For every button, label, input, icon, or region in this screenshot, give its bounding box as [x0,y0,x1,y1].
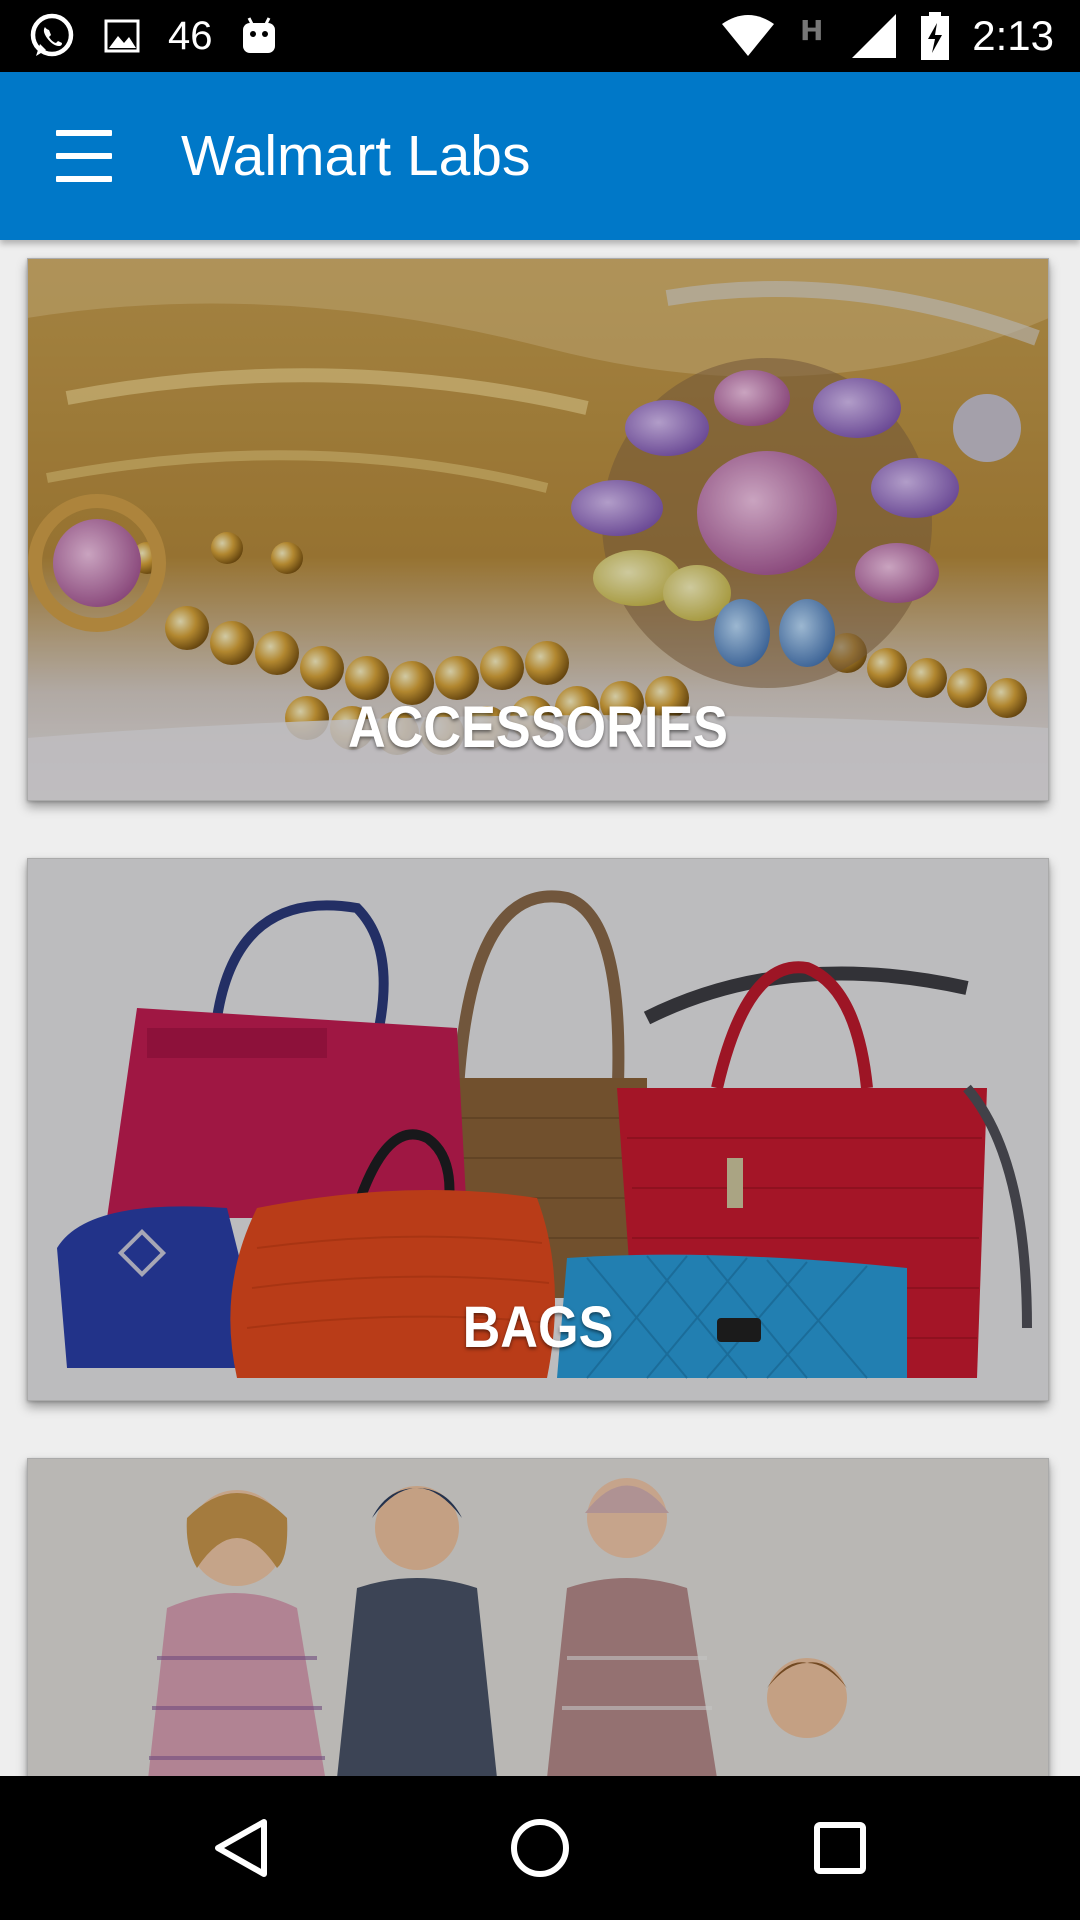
category-card-bags[interactable]: BAGS [27,858,1049,1401]
hamburger-menu-icon[interactable] [40,116,126,196]
category-list[interactable]: ACCESSORIES BAGS [0,240,1080,1776]
category-card-kids[interactable] [27,1458,1049,1776]
navigation-bar [0,1776,1080,1920]
app-bar: Walmart Labs [0,72,1080,240]
whatsapp-icon [30,13,74,57]
status-bar: 46 H 2:13 [0,0,1080,72]
card-scrim [27,1458,1049,1776]
home-icon[interactable] [480,1806,600,1890]
android-icon [242,17,275,53]
status-bar-right: H 2:13 [720,0,1054,72]
h-network-icon: H [800,14,823,47]
category-label: BAGS [462,1295,614,1360]
battery-charging-icon [921,12,950,60]
status-bar-left: 46 [28,0,279,72]
clock: 2:13 [972,12,1054,59]
category-label: ACCESSORIES [348,695,728,760]
recents-icon[interactable] [780,1806,900,1890]
app-title: Walmart Labs [181,124,531,188]
signal-icon [852,14,897,58]
wifi-icon [722,15,775,56]
gallery-icon [104,19,140,53]
notification-count: 46 [168,13,213,58]
svg-text:H: H [800,14,823,47]
category-card-accessories[interactable]: ACCESSORIES [27,258,1049,801]
back-icon[interactable] [182,1806,302,1890]
